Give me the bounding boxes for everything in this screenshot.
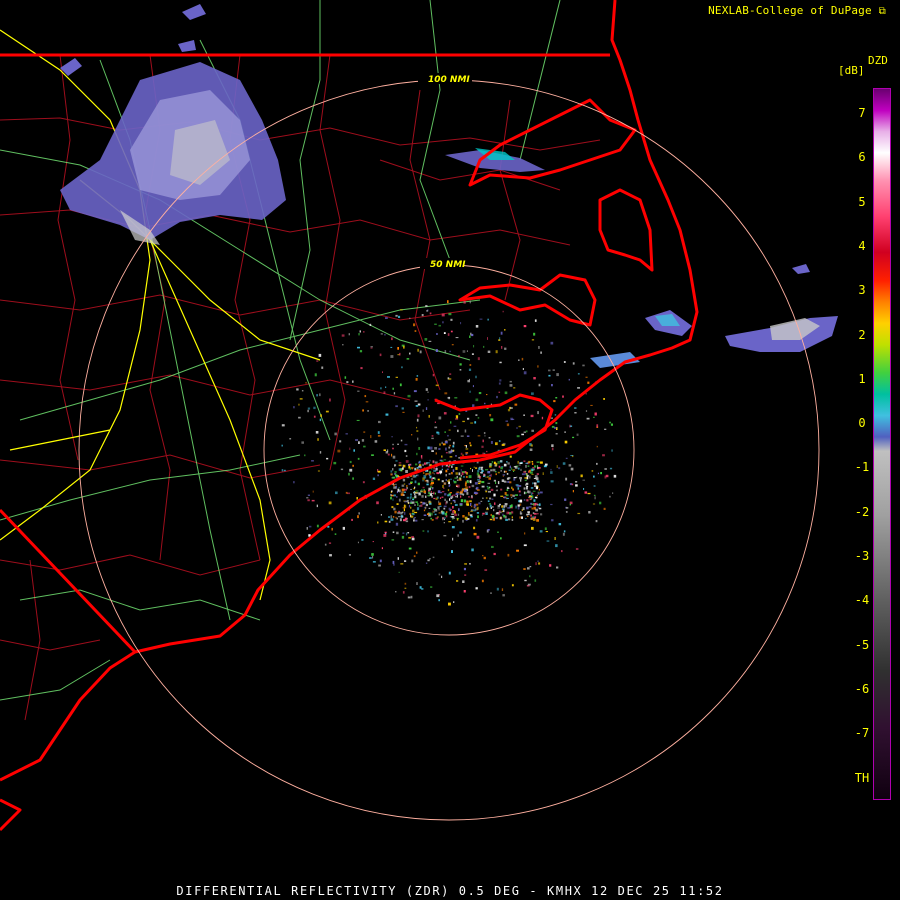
- legend-product: DZD: [868, 54, 888, 67]
- legend-tick-label: 2: [858, 327, 866, 342]
- legend-tick-label: 6: [858, 150, 866, 165]
- legend-tick-label: 5: [858, 194, 866, 209]
- legend-tick-label: -4: [854, 593, 870, 608]
- legend-tick-label: -3: [854, 549, 870, 563]
- color-scale-bar: [873, 88, 891, 800]
- ring-label-100: 100 NMI: [428, 75, 470, 85]
- legend-tick-label: 4: [858, 238, 866, 253]
- product-caption: DIFFERENTIAL REFLECTIVITY (ZDR) 0.5 DEG …: [176, 884, 724, 898]
- legend-tick-label: -1: [854, 460, 870, 475]
- radar-map: 50 NMI 100 NMI: [0, 0, 900, 900]
- legend-tick-label: 1: [858, 371, 866, 386]
- legend-tick-label: 0: [858, 416, 866, 431]
- link-icon[interactable]: ⧉: [879, 6, 886, 17]
- legend-tick-label: TH: [854, 770, 870, 785]
- legend-tick-label: 3: [858, 283, 866, 298]
- ring-label-50: 50 NMI: [430, 260, 466, 270]
- credit-text: NEXLAB-College of DuPage ⧉: [708, 4, 886, 17]
- legend-tick-label: -5: [854, 637, 870, 652]
- legend-units: [dB]: [838, 64, 865, 77]
- legend-tick-label: -2: [854, 504, 870, 519]
- legend-tick-label: -6: [854, 681, 870, 696]
- credit-label: NEXLAB-College of DuPage: [708, 4, 872, 17]
- legend-tick-label: 7: [858, 106, 866, 120]
- legend-tick-label: -7: [854, 726, 870, 741]
